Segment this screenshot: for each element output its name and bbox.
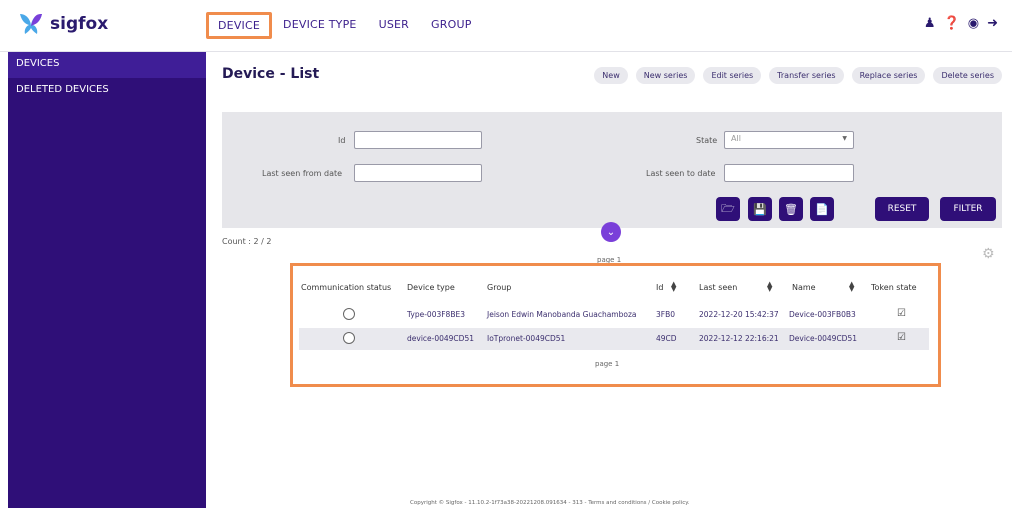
nav-group[interactable]: GROUP: [420, 12, 483, 39]
state-value: All: [731, 134, 741, 143]
nav-user[interactable]: USER: [368, 12, 420, 39]
col-communication-status[interactable]: Communication status: [301, 283, 391, 292]
nav-device[interactable]: DEVICE: [206, 12, 273, 39]
group-cell[interactable]: Jeison Edwin Manobanda Guachamboza: [487, 310, 636, 319]
count-text: Count : 2 / 2: [222, 237, 272, 246]
last-seen-cell: 2022-12-20 15:42:37: [699, 310, 779, 319]
status-radio[interactable]: [343, 308, 355, 320]
export-csv-button[interactable]: 📄: [810, 197, 834, 221]
folder-icon: 🗁: [721, 201, 735, 215]
filter-button[interactable]: FILTER: [940, 197, 996, 221]
new-button[interactable]: New: [594, 67, 628, 84]
brand-name: sigfox: [50, 14, 109, 34]
butterfly-icon: [20, 14, 42, 34]
action-buttons: New New series Edit series Transfer seri…: [594, 67, 1002, 84]
device-type-cell[interactable]: device-0049CD51: [407, 334, 474, 343]
transfer-series-button[interactable]: Transfer series: [769, 67, 844, 84]
help-icon[interactable]: ❓: [944, 16, 960, 31]
last-seen-to-input[interactable]: [724, 164, 854, 182]
collapse-toggle-button[interactable]: ⌄: [601, 222, 621, 242]
col-group[interactable]: Group: [487, 283, 511, 292]
csv-icon: 📄: [815, 202, 829, 216]
main-nav: DEVICE DEVICE TYPE USER GROUP: [206, 12, 483, 39]
table-header: Communication status Device type Group I…: [301, 281, 929, 297]
col-token-state[interactable]: Token state: [871, 283, 917, 292]
user-icon[interactable]: ♟: [924, 16, 936, 31]
id-input[interactable]: [354, 131, 482, 149]
col-id[interactable]: Id: [656, 283, 663, 292]
sort-icon[interactable]: ▲ ▼: [767, 281, 772, 293]
delete-series-button[interactable]: Delete series: [933, 67, 1002, 84]
delete-filter-button[interactable]: 🗑: [779, 197, 803, 221]
eye-icon[interactable]: ◉: [968, 16, 979, 31]
sort-icon[interactable]: ▲ ▼: [671, 281, 676, 293]
filter-panel: Id Last seen from date State All ▼ Last …: [222, 112, 1002, 228]
top-icons: ♟ ❓ ◉ ➜: [924, 16, 998, 31]
trash-icon: 🗑: [784, 202, 798, 216]
sidebar: DEVICES DELETED DEVICES: [8, 52, 206, 508]
col-name[interactable]: Name: [792, 283, 816, 292]
id-cell[interactable]: 3FB0: [656, 310, 675, 319]
id-label: Id: [338, 136, 346, 145]
gear-icon[interactable]: ⚙: [982, 246, 995, 262]
save-icon: 💾: [753, 202, 767, 216]
open-folder-button[interactable]: 🗁: [716, 197, 740, 221]
table-row[interactable]: Type-003F8BE3 Jeison Edwin Manobanda Gua…: [299, 304, 929, 326]
device-type-cell[interactable]: Type-003F8BE3: [407, 310, 465, 319]
last-seen-from-input[interactable]: [354, 164, 482, 182]
last-seen-cell: 2022-12-12 22:16:21: [699, 334, 779, 343]
state-select[interactable]: All ▼: [724, 131, 854, 149]
reset-button[interactable]: RESET: [875, 197, 929, 221]
save-button[interactable]: 💾: [748, 197, 772, 221]
sort-icon[interactable]: ▲ ▼: [849, 281, 854, 293]
status-radio[interactable]: [343, 332, 355, 344]
top-bar: sigfox DEVICE DEVICE TYPE USER GROUP ♟ ❓…: [0, 0, 1012, 52]
last-seen-to-label: Last seen to date: [646, 169, 716, 178]
footer: Copyright © Sigfox - 11.10.2-1f73a38-202…: [410, 500, 690, 506]
sigfox-logo[interactable]: sigfox: [18, 10, 108, 38]
name-cell[interactable]: Device-0049CD51: [789, 334, 857, 343]
last-seen-from-label: Last seen from date: [262, 169, 343, 178]
page-indicator-bottom: page 1: [595, 360, 620, 368]
logout-icon[interactable]: ➜: [987, 16, 998, 31]
page-title: Device - List: [222, 66, 320, 82]
checkbox-checked-icon: ☑: [897, 332, 906, 343]
checkbox-checked-icon: ☑: [897, 308, 906, 319]
col-device-type[interactable]: Device type: [407, 283, 455, 292]
chevron-down-icon: ▼: [842, 135, 847, 142]
sidebar-item-devices[interactable]: DEVICES: [8, 52, 206, 78]
nav-device-type[interactable]: DEVICE TYPE: [272, 12, 368, 39]
chevron-down-icon: ⌄: [606, 226, 616, 238]
col-last-seen[interactable]: Last seen: [699, 283, 737, 292]
new-series-button[interactable]: New series: [635, 67, 696, 84]
id-cell[interactable]: 49CD: [656, 334, 677, 343]
device-table: Communication status Device type Group I…: [290, 263, 941, 387]
name-cell[interactable]: Device-003FB0B3: [789, 310, 856, 319]
group-cell[interactable]: IoTpronet-0049CD51: [487, 334, 565, 343]
edit-series-button[interactable]: Edit series: [703, 67, 762, 84]
state-label: State: [696, 136, 718, 145]
replace-series-button[interactable]: Replace series: [851, 67, 926, 84]
sidebar-item-deleted-devices[interactable]: DELETED DEVICES: [8, 78, 206, 104]
table-row[interactable]: device-0049CD51 IoTpronet-0049CD51 49CD …: [299, 328, 929, 350]
